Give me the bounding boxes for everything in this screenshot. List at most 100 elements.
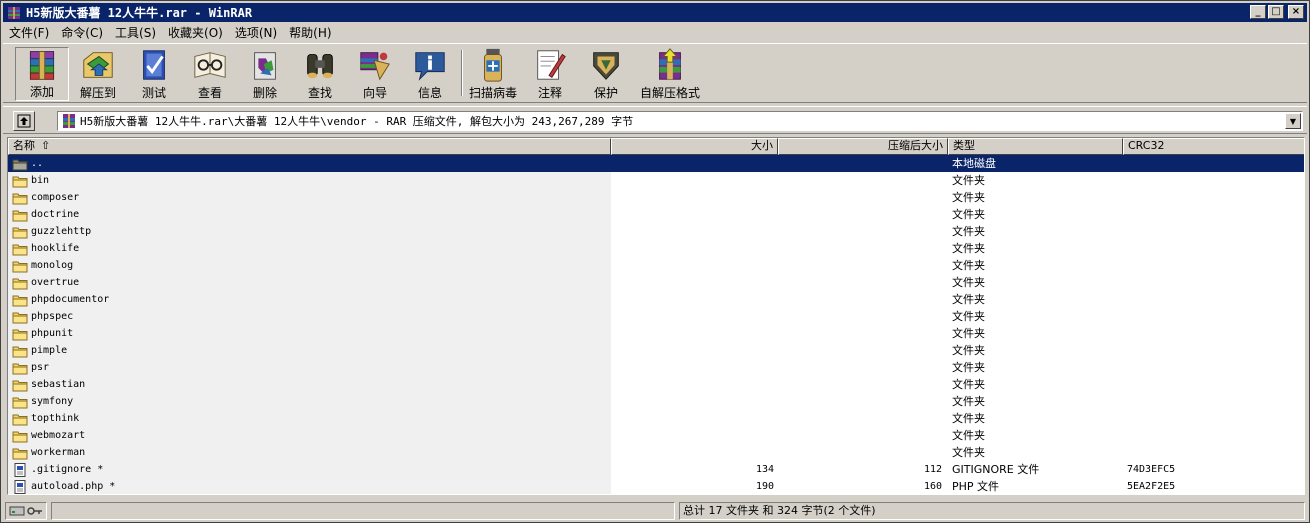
toolbar-view-button[interactable]: 查看 bbox=[183, 47, 237, 101]
file-name: .gitignore * bbox=[31, 464, 104, 475]
title-bar[interactable]: H5新版大番薯 12人牛牛.rar - WinRAR _ □ × bbox=[3, 3, 1307, 22]
drive-icon[interactable] bbox=[9, 505, 25, 517]
file-row[interactable]: phpdocumentor 文件夹 bbox=[8, 291, 1304, 308]
up-folder-button[interactable] bbox=[13, 111, 35, 131]
name-column-shade bbox=[8, 206, 611, 223]
toolbar-info-button[interactable]: 信息 bbox=[403, 47, 457, 101]
file-crc: 5EA2F2E5 bbox=[1127, 481, 1176, 492]
file-row[interactable]: phpunit 文件夹 bbox=[8, 325, 1304, 342]
file-row[interactable]: doctrine 文件夹 bbox=[8, 206, 1304, 223]
file-row[interactable]: psr 文件夹 bbox=[8, 359, 1304, 376]
file-name: .. bbox=[31, 158, 44, 169]
menu-options[interactable]: 选项(N) bbox=[235, 24, 277, 41]
file-crc: 74D3EFC5 bbox=[1127, 464, 1176, 475]
winrar-window: H5新版大番薯 12人牛牛.rar - WinRAR _ □ × 文件(F) 命… bbox=[0, 0, 1310, 523]
winrar-app-icon[interactable] bbox=[6, 5, 22, 21]
toolbar-protect-button[interactable]: 保护 bbox=[579, 47, 633, 101]
file-row[interactable]: sebastian 文件夹 bbox=[8, 376, 1304, 393]
file-row[interactable]: phpspec 文件夹 bbox=[8, 308, 1304, 325]
file-type: 文件夹 bbox=[952, 174, 985, 187]
file-type: PHP 文件 bbox=[952, 480, 1000, 493]
file-row[interactable]: webmozart 文件夹 bbox=[8, 427, 1304, 444]
file-size: 190 bbox=[755, 481, 774, 492]
file-size bbox=[612, 359, 774, 376]
test-icon bbox=[143, 50, 165, 80]
column-size-header[interactable]: 大小 bbox=[611, 138, 778, 155]
info-icon bbox=[415, 52, 445, 81]
folder-icon bbox=[12, 431, 28, 442]
file-row[interactable]: .. 本地磁盘 bbox=[8, 155, 1304, 172]
file-row[interactable]: bin 文件夹 bbox=[8, 172, 1304, 189]
menu-tools[interactable]: 工具(S) bbox=[115, 24, 156, 41]
column-name-header[interactable]: 名称 ⇧ bbox=[8, 138, 611, 155]
file-size bbox=[612, 223, 774, 240]
toolbar-find-button[interactable]: 查找 bbox=[293, 47, 347, 101]
file-row[interactable]: overtrue 文件夹 bbox=[8, 274, 1304, 291]
menu-help[interactable]: 帮助(H) bbox=[289, 24, 331, 41]
file-name-cell: sebastian bbox=[12, 376, 85, 393]
file-packed-size bbox=[778, 189, 942, 206]
file-size bbox=[612, 444, 774, 461]
file-row[interactable]: symfony 文件夹 bbox=[8, 393, 1304, 410]
menu-file[interactable]: 文件(F) bbox=[9, 24, 49, 41]
file-name-cell: .gitignore * bbox=[12, 461, 103, 478]
close-icon: × bbox=[1291, 6, 1301, 17]
parent-folder-icon bbox=[12, 159, 28, 170]
toolbar-info-label: 信息 bbox=[417, 86, 442, 100]
maximize-button[interactable]: □ bbox=[1268, 5, 1284, 19]
file-name-cell: symfony bbox=[12, 393, 73, 410]
toolbar-wizard-button[interactable]: 向导 bbox=[348, 47, 402, 101]
file-row[interactable]: topthink 文件夹 bbox=[8, 410, 1304, 427]
toolbar-test-button[interactable]: 测试 bbox=[127, 47, 181, 101]
toolbar-add-button[interactable]: 添加 bbox=[15, 47, 69, 101]
file-row[interactable]: workerman 文件夹 bbox=[8, 444, 1304, 461]
name-column-shade bbox=[8, 172, 611, 189]
file-row[interactable]: .gitignore * 134 112 GITIGNORE 文件 74D3EFC5 bbox=[8, 461, 1304, 478]
toolbar-extract-to-button[interactable]: 解压到 bbox=[71, 47, 125, 101]
status-bar: 总计 17 文件夹 和 324 字节(2 个文件) bbox=[3, 500, 1307, 522]
toolbar-virus-scan-button[interactable]: 扫描病毒 bbox=[466, 47, 520, 101]
path-dropdown-button[interactable]: ▼ bbox=[1285, 113, 1301, 129]
file-row[interactable]: autoload.php * 190 160 PHP 文件 5EA2F2E5 bbox=[8, 478, 1304, 494]
file-type: 文件夹 bbox=[952, 395, 985, 408]
folder-icon bbox=[12, 295, 28, 306]
file-row[interactable]: pimple 文件夹 bbox=[8, 342, 1304, 359]
add-archive-icon bbox=[29, 51, 55, 80]
file-icon bbox=[14, 479, 26, 494]
file-row[interactable]: guzzlehttp 文件夹 bbox=[8, 223, 1304, 240]
name-column-shade bbox=[8, 240, 611, 257]
menu-bar: 文件(F) 命令(C) 工具(S) 收藏夹(O) 选项(N) 帮助(H) bbox=[3, 23, 1307, 42]
file-size bbox=[612, 410, 774, 427]
key-icon[interactable] bbox=[27, 505, 43, 517]
menu-favorites[interactable]: 收藏夹(O) bbox=[168, 24, 223, 41]
toolbar-comment-button[interactable]: 注释 bbox=[523, 47, 577, 101]
file-packed-size bbox=[778, 393, 942, 410]
status-drive-indicators bbox=[5, 502, 47, 520]
toolbar-sfx-button[interactable]: 自解压格式 bbox=[635, 47, 705, 101]
file-row[interactable]: hooklife 文件夹 bbox=[8, 240, 1304, 257]
file-name: guzzlehttp bbox=[31, 226, 92, 237]
file-packed-size bbox=[778, 240, 942, 257]
column-type-header[interactable]: 类型 bbox=[948, 138, 1123, 155]
file-list[interactable]: 名称 ⇧ 大小 压缩后大小 类型 CRC32 .. 本地磁盘 bin 文件夹 compos… bbox=[7, 137, 1305, 495]
column-packed-header[interactable]: 压缩后大小 bbox=[778, 138, 948, 155]
menu-commands[interactable]: 命令(C) bbox=[61, 24, 103, 41]
name-column-shade bbox=[8, 342, 611, 359]
toolbar-separator bbox=[461, 50, 463, 96]
file-name-cell: webmozart bbox=[12, 427, 85, 444]
toolbar: 添加 解压到 测试 查看 删除 查找 向导 信息 扫描病毒 注释 保护 自解压格… bbox=[3, 43, 1307, 103]
column-packed-label: 压缩后大小 bbox=[888, 139, 943, 152]
sort-up-icon: ⇧ bbox=[41, 139, 51, 152]
name-column-shade bbox=[8, 223, 611, 240]
column-crc-header[interactable]: CRC32 bbox=[1123, 138, 1304, 155]
file-type: 文件夹 bbox=[952, 412, 985, 425]
folder-icon bbox=[12, 414, 28, 425]
toolbar-delete-button[interactable]: 删除 bbox=[238, 47, 292, 101]
file-row[interactable]: composer 文件夹 bbox=[8, 189, 1304, 206]
close-button[interactable]: × bbox=[1288, 5, 1304, 19]
folder-icon bbox=[12, 312, 28, 323]
window-title: H5新版大番薯 12人牛牛.rar - WinRAR bbox=[26, 6, 253, 20]
minimize-button[interactable]: _ bbox=[1250, 5, 1266, 19]
file-row[interactable]: monolog 文件夹 bbox=[8, 257, 1304, 274]
path-combobox[interactable]: H5新版大番薯 12人牛牛.rar\大番薯 12人牛牛\vendor - RAR… bbox=[57, 111, 1303, 131]
